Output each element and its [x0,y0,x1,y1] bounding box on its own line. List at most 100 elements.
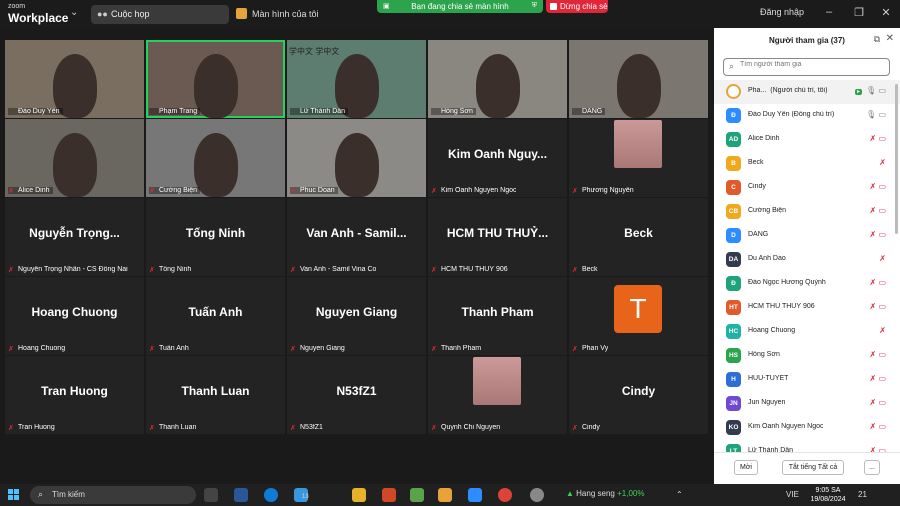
video-tile[interactable]: DANG [569,40,708,118]
video-tile[interactable]: Thanh Pham ✗ Thanh Pham [428,277,567,355]
participant-row[interactable]: LT Lữ Thành Dân ✗ ▭ [714,440,900,452]
task-view-icon[interactable] [204,488,218,502]
pop-out-icon[interactable]: ⧉ [874,34,880,45]
participant-row[interactable]: JN Jun Nguyen ✗ ▭ [714,392,900,416]
video-tile[interactable]: Tran Huong ✗ Tran Huong [5,356,144,434]
scrollbar[interactable] [895,84,898,234]
notification-count[interactable]: 21 [858,490,867,499]
video-tile[interactable]: HCM THU THUỶ... ✗ HCM THU THUỶ 906 [428,198,567,276]
logo-bottom-text: Workplace [8,11,69,25]
participant-search[interactable]: ⌕ [723,58,890,76]
participant-row[interactable]: H HUU-TUYET ✗ ▭ [714,368,900,392]
mic-muted-icon: ✗ [431,188,437,194]
participant-name: Phạm Trang [159,108,198,115]
close-icon[interactable]: ✕ [879,6,893,19]
app-icon[interactable] [410,488,424,502]
edge-icon[interactable] [264,488,278,502]
close-icon[interactable]: ✕ [886,33,894,44]
video-tile[interactable]: Thanh Luan ✗ Thanh Luan [146,356,285,434]
participant-display-name: HCM THU THUỶ... [446,226,549,240]
mic-muted-icon: ✗ [869,278,877,287]
participant-row[interactable]: Pha... (Người chủ trì, tôi) ▸ 🎙 ▭ [714,80,900,104]
video-tile[interactable]: Tống Ninh ✗ Tống Ninh [146,198,285,276]
taskbar-search[interactable]: ⌕ Tìm kiếm [30,486,196,504]
participant-status-icons[interactable]: ✗ ▭ [870,278,887,287]
video-tile[interactable]: Hoang Chuong ✗ Hoang Chuong [5,277,144,355]
participant-status-icons[interactable]: ▸ 🎙 ▭ [855,86,886,95]
video-tile[interactable]: ✗ Alice Dinh [5,119,144,197]
participant-status-icons[interactable]: ✗ ▭ [870,134,887,143]
stop-share-button[interactable]: Dừng chia sẻ [546,0,608,13]
video-tile[interactable]: Đào Duy Yên [5,40,144,118]
file-explorer-icon[interactable] [352,488,366,502]
video-tile[interactable]: Van Anh - Samil... ✗ Van Anh - Samil Vina … [287,198,426,276]
participant-row[interactable]: C Cindy ✗ ▭ [714,176,900,200]
mic-muted-icon: ✗ [290,188,296,194]
participant-name: Du Anh Dao [748,255,786,262]
video-tile[interactable]: 学中文 学中文 Lữ Thành Dân [287,40,426,118]
search-input[interactable] [740,61,880,68]
participant-row[interactable]: DA Du Anh Dao ✗ [714,248,900,272]
participant-status-icons[interactable]: ✗ ▭ [870,302,887,311]
video-tile[interactable]: Nguyễn Trọng... ✗ Nguyễn Trọng Nhân - CS Đ… [5,198,144,276]
video-tile[interactable]: Tuấn Anh ✗ Tuấn Anh [146,277,285,355]
participant-row[interactable]: HT HCM THU THUỶ 906 ✗ ▭ [714,296,900,320]
participant-row[interactable]: AD Alice Dinh ✗ ▭ [714,128,900,152]
video-tile[interactable]: Cindy ✗ Cindy [569,356,708,434]
participant-name: Cường Biện [748,207,787,214]
video-tile[interactable]: N53fZ1 ✗ N53fZ1 [287,356,426,434]
participant-row[interactable]: B Beck ✗ [714,152,900,176]
video-tile[interactable]: Beck ✗ Beck [569,198,708,276]
video-tile[interactable]: Kim Oanh Nguy... ✗ Kim Oanh Nguyen Ngoc [428,119,567,197]
windows-start-icon[interactable] [8,489,19,500]
video-tile[interactable]: Hồng Sơn [428,40,567,118]
participant-row[interactable]: CB Cường Biện ✗ ▭ [714,200,900,224]
clock[interactable]: 9:05 SA 19/08/2024 [806,486,850,504]
video-tile[interactable]: ✗ Quynh Chi Nguyen [428,356,567,434]
participant-row[interactable]: Đ Đào Ngọc Hương Quỳnh ✗ ▭ [714,272,900,296]
minimize-icon[interactable]: – [822,6,836,18]
language-indicator[interactable]: VIE [786,490,799,499]
participant-status-icons[interactable]: ✗ [879,326,886,335]
participant-status-icons[interactable]: ✗ ▭ [870,422,887,431]
participant-status-icons[interactable]: ✗ ▭ [870,374,887,383]
video-tile[interactable]: Phạm Trang [146,40,285,118]
video-tile[interactable]: ✗ Phuc Doan [287,119,426,197]
participant-status-icons[interactable]: 🎙 ▭ [866,110,886,119]
tab-my-screen[interactable]: Màn hình của tôi [236,5,319,24]
participant-status-icons[interactable]: ✗ ▭ [870,398,887,407]
more-button[interactable]: ... [864,460,880,475]
participant-status-icons[interactable]: ✗ ▭ [870,350,887,359]
invite-button[interactable]: Mời [734,460,758,475]
zoom-icon[interactable] [468,488,482,502]
stock-widget[interactable]: ▲ Hang seng +1,00% [566,489,644,498]
participant-row[interactable]: KO Kim Oanh Nguyen Ngoc ✗ ▭ [714,416,900,440]
participant-status-icons[interactable]: ✗ ▭ [870,206,887,215]
video-tile[interactable]: ✗ Cường Biện [146,119,285,197]
participant-row[interactable]: Đ Đào Duy Yên (Đồng chủ trì) 🎙 ▭ [714,104,900,128]
app-icon[interactable] [438,488,452,502]
chevron-up-icon[interactable]: ⌃ [676,490,683,499]
participant-row[interactable]: HC Hoang Chuong ✗ [714,320,900,344]
sign-in-button[interactable]: Đăng nhập [760,7,804,17]
participant-status-icons[interactable]: ✗ ▭ [870,182,887,191]
tab-meeting[interactable]: ●● Cuộc họp [91,5,229,24]
word-icon[interactable] [234,488,248,502]
participant-status-icons[interactable]: ✗ [879,254,886,263]
video-tile[interactable]: ✗ Phương Nguyễn [569,119,708,197]
participant-name-label: ✗ Cindy [572,424,600,431]
chevron-down-icon[interactable]: ⌄ [70,7,78,18]
mute-all-button[interactable]: Tắt tiếng Tất cả [782,460,844,475]
powerpoint-icon[interactable] [382,488,396,502]
chrome-icon[interactable] [498,488,512,502]
video-tile[interactable]: T ✗ Phan Vy [569,277,708,355]
participant-row[interactable]: HS Hồng Sơn ✗ ▭ [714,344,900,368]
participants-panel: Người tham gia (37) ⧉ ✕ ⌕ Pha...(Người c… [714,28,900,484]
help-icon[interactable] [530,488,544,502]
participant-status-icons[interactable]: ✗ [879,158,886,167]
restore-icon[interactable]: ❐ [852,6,866,19]
video-tile[interactable]: Nguyen Giang ✗ Nguyen Giang [287,277,426,355]
share-status-bar[interactable]: ▣ Bạn đang chia sẻ màn hình ⛨ [377,0,543,13]
participant-row[interactable]: D DANG ✗ ▭ [714,224,900,248]
participant-status-icons[interactable]: ✗ ▭ [870,230,887,239]
